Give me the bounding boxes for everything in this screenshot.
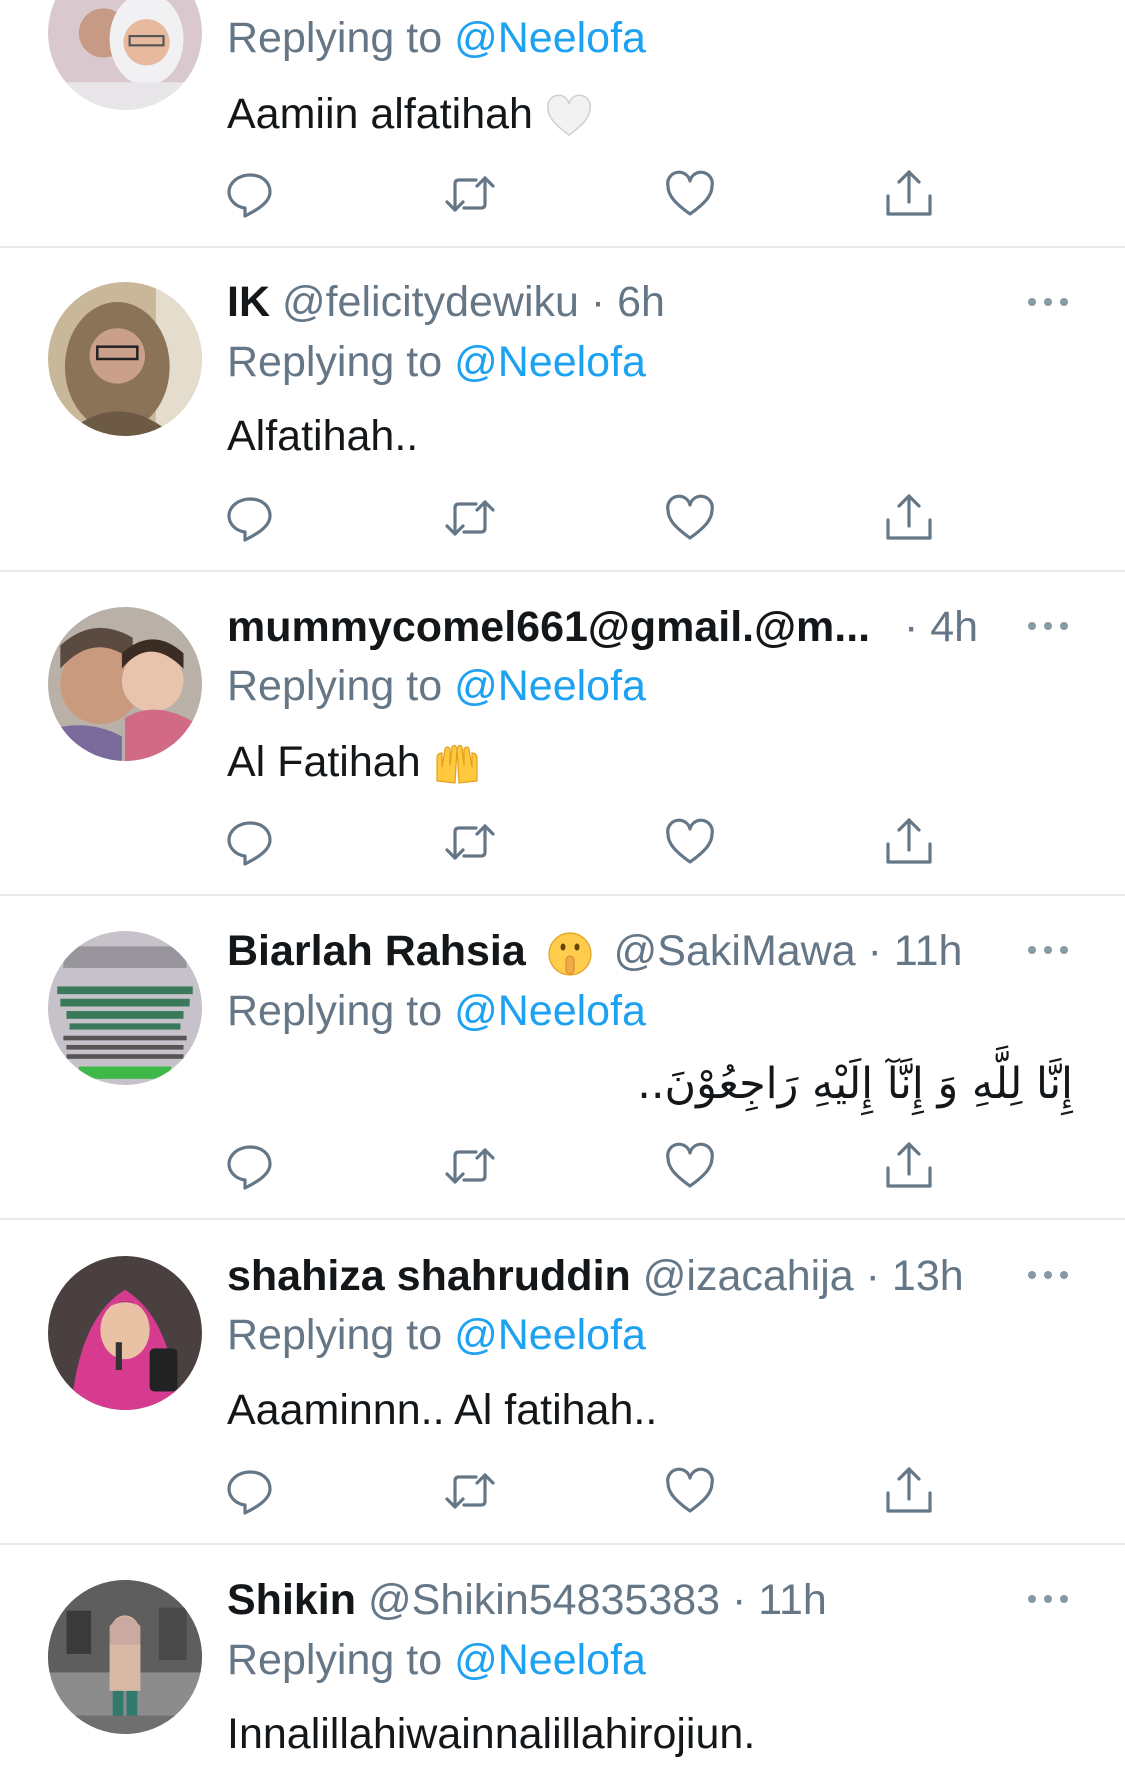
more-options-icon[interactable] — [1024, 940, 1072, 960]
mention-link[interactable]: @Neelofa — [454, 987, 646, 1035]
replying-to: Replying to @Neelofa — [227, 14, 646, 62]
like-icon[interactable] — [662, 1463, 718, 1519]
tweet-actions — [0, 814, 1125, 874]
retweet-icon[interactable] — [442, 166, 498, 222]
separator: · — [892, 603, 931, 651]
display-name[interactable]: shahiza shahruddin — [227, 1252, 631, 1300]
tweet-actions — [0, 166, 1125, 226]
tweet-header: shahiza shahruddin @izacahija · 13h — [227, 1250, 964, 1302]
share-icon[interactable] — [881, 490, 937, 546]
timestamp: 6h — [617, 278, 665, 326]
tweet-text: Aaaminnn.. Al fatihah.. — [227, 1386, 658, 1434]
like-icon[interactable] — [662, 490, 718, 546]
more-options-icon[interactable] — [1024, 1589, 1072, 1609]
user-handle[interactable]: @felicitydewiku — [282, 278, 579, 326]
timestamp: 13h — [891, 1252, 964, 1300]
tweet-header: mummycomel661@gmail.@m... · 4h — [227, 601, 978, 653]
reply-icon[interactable] — [223, 1463, 279, 1519]
like-icon[interactable] — [662, 1138, 718, 1194]
tweet-text: Alfatihah.. — [227, 412, 419, 460]
divider — [0, 570, 1125, 572]
avatar[interactable] — [48, 282, 202, 436]
mention-link[interactable]: @Neelofa — [454, 14, 646, 62]
reply-icon[interactable] — [223, 1138, 279, 1194]
mention-link[interactable]: @Neelofa — [454, 1636, 646, 1684]
separator: · — [578, 278, 618, 326]
display-name[interactable]: Biarlah Rahsia — [227, 927, 526, 975]
divider — [0, 246, 1125, 248]
shushing-face-emoji — [546, 930, 594, 978]
timestamp: 11h — [758, 1576, 827, 1624]
avatar[interactable] — [48, 607, 202, 761]
divider — [0, 1218, 1125, 1220]
tweet-text: إِنَّا لِلَّهِ وَ إِنَّآ إِلَيْهِ رَاجِع… — [637, 1059, 1073, 1109]
display-name[interactable]: Shikin — [227, 1576, 356, 1624]
like-icon[interactable] — [662, 814, 718, 870]
tweet-actions — [0, 1463, 1125, 1523]
mention-link[interactable]: @Neelofa — [454, 662, 646, 710]
reply-feed: Replying to @Neelofa Aamiin alfatihah IK… — [0, 0, 1125, 1773]
replying-to: Replying to @Neelofa — [227, 987, 646, 1035]
retweet-icon[interactable] — [442, 490, 498, 546]
replying-to: Replying to @Neelofa — [227, 1636, 646, 1684]
white-heart-emoji — [545, 93, 593, 141]
replying-to: Replying to @Neelofa — [227, 338, 646, 386]
divider — [0, 894, 1125, 896]
divider — [0, 1543, 1125, 1545]
avatar[interactable] — [48, 1580, 202, 1734]
share-icon[interactable] — [881, 814, 937, 870]
more-options-icon[interactable] — [1024, 292, 1072, 312]
reply-icon[interactable] — [223, 814, 279, 870]
replying-to: Replying to @Neelofa — [227, 662, 646, 710]
share-icon[interactable] — [881, 1463, 937, 1519]
display-name[interactable]: IK — [227, 278, 270, 326]
display-name[interactable]: mummycomel661@gmail.@m... — [227, 603, 870, 651]
tweet-text: Innalillahiwainnalillahirojiun. — [227, 1710, 756, 1758]
timestamp: 11h — [893, 927, 963, 975]
like-icon[interactable] — [662, 166, 718, 222]
retweet-icon[interactable] — [442, 814, 498, 870]
tweet-header: Biarlah Rahsia @SakiMawa · 11h — [227, 925, 962, 978]
user-handle[interactable]: @izacahija — [643, 1252, 854, 1300]
user-handle[interactable]: @Shikin54835383 — [368, 1576, 720, 1624]
timestamp: 4h — [930, 603, 979, 651]
avatar[interactable] — [48, 0, 202, 110]
tweet-text: Aamiin alfatihah — [227, 88, 593, 141]
replying-to: Replying to @Neelofa — [227, 1311, 646, 1359]
raising-hands-emoji — [433, 741, 481, 789]
retweet-icon[interactable] — [442, 1138, 498, 1194]
retweet-icon[interactable] — [442, 1463, 498, 1519]
tweet-actions — [0, 1138, 1125, 1198]
separator: · — [720, 1576, 759, 1624]
separator: · — [855, 927, 894, 975]
avatar[interactable] — [48, 931, 202, 1085]
more-options-icon[interactable] — [1024, 1265, 1072, 1285]
share-icon[interactable] — [881, 166, 937, 222]
tweet-header: Shikin @Shikin54835383 · 11h — [227, 1574, 827, 1626]
user-handle[interactable]: @SakiMawa — [614, 927, 856, 975]
share-icon[interactable] — [881, 1138, 937, 1194]
tweet-text: Al Fatihah — [227, 736, 481, 789]
separator: · — [853, 1252, 892, 1300]
mention-link[interactable]: @Neelofa — [454, 338, 646, 386]
tweet-actions — [0, 490, 1125, 550]
reply-icon[interactable] — [223, 166, 279, 222]
tweet-header: IK @felicitydewiku · 6h — [227, 276, 665, 328]
avatar[interactable] — [48, 1256, 202, 1410]
more-options-icon[interactable] — [1024, 616, 1072, 636]
mention-link[interactable]: @Neelofa — [454, 1311, 646, 1359]
reply-icon[interactable] — [223, 490, 279, 546]
